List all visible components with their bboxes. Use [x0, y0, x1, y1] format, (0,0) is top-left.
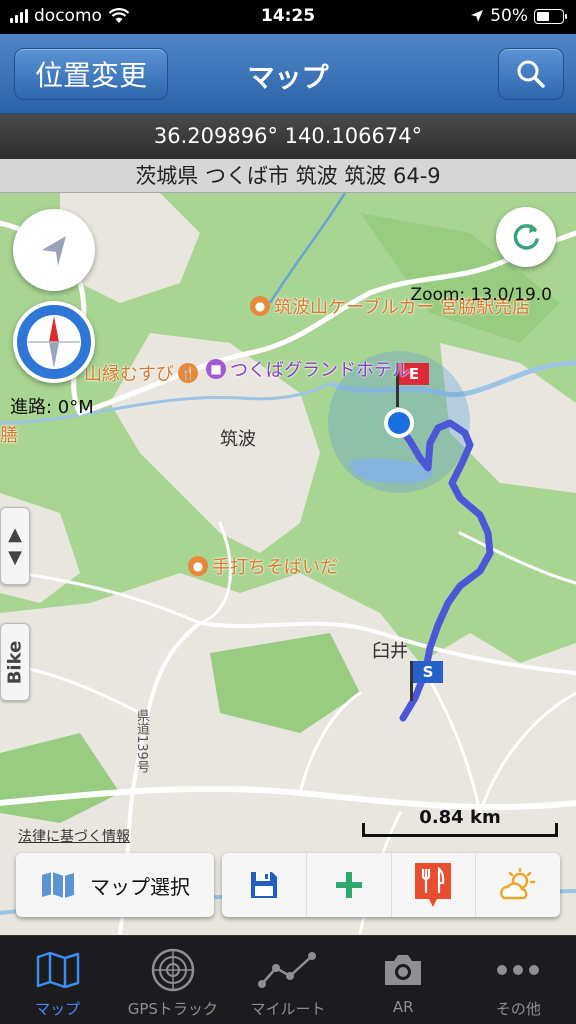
poi-hotel[interactable]: ■ つくばグランドホテル	[206, 356, 410, 382]
place-label-usui: 臼井	[372, 641, 408, 662]
location-arrow-icon	[471, 10, 484, 22]
radar-icon	[151, 948, 195, 992]
save-icon	[250, 872, 277, 898]
battery-percent: 50%	[490, 6, 528, 26]
poi-musubi[interactable]: 山縁むすび 🍴	[84, 360, 198, 386]
route-number-label: 県道139号	[134, 709, 149, 773]
coordinates-display: 36.209896° 140.106674°	[0, 114, 576, 159]
map-scale: 0.84 km	[362, 807, 558, 841]
poi-edge-label: 膳	[0, 425, 18, 446]
tab-map-label: マップ	[35, 1000, 81, 1018]
battery-icon	[534, 8, 567, 24]
up-arrow-icon: ▲	[8, 524, 22, 545]
place-label-tsukuba: 筑波	[220, 429, 256, 450]
tab-more-label: その他	[495, 1000, 541, 1018]
restaurant-icon	[415, 863, 452, 907]
tab-ar-label: AR	[392, 998, 414, 1016]
compass-icon	[27, 315, 81, 369]
status-bar: docomo 14:25 50%	[0, 0, 576, 34]
legal-info-link[interactable]: 法律に基づく情報	[18, 826, 130, 846]
refresh-button[interactable]	[496, 207, 556, 267]
action-tool-group	[222, 853, 560, 917]
map-toolbar: マップ選択	[0, 851, 576, 923]
nav-bar: 位置変更 マップ	[0, 34, 576, 114]
plus-icon	[335, 872, 362, 898]
hotel-icon: ■	[206, 359, 226, 379]
navigation-arrow-icon	[42, 236, 66, 266]
tab-bar: マップ GPSトラック マイルート AR その他	[0, 935, 576, 1024]
save-button[interactable]	[222, 853, 307, 917]
down-arrow-icon: ▼	[8, 547, 22, 568]
route-icon	[258, 952, 316, 988]
status-right: 50%	[470, 6, 567, 26]
scroll-arrows-tab[interactable]: ▲ ▼	[0, 507, 30, 585]
search-icon	[517, 60, 545, 88]
map-select-label: マップ選択	[90, 874, 190, 899]
weather-icon	[500, 868, 536, 900]
zoom-readout: Zoom: 13.0/19.0	[410, 285, 552, 305]
bike-mode-label: Bike	[4, 640, 26, 684]
noodle-icon: ●	[188, 556, 208, 576]
scale-line	[362, 823, 558, 837]
restaurant-search-button[interactable]	[392, 853, 477, 917]
tab-map[interactable]: マップ	[0, 936, 115, 1024]
tab-my-route-label: マイルート	[250, 1000, 326, 1018]
start-flag: S	[413, 661, 443, 683]
search-button[interactable]	[498, 48, 564, 100]
poi-musubi-label: 山縁むすび	[84, 364, 174, 385]
heading-readout: 進路: 0°M	[10, 397, 94, 418]
tab-gps-track-label: GPSトラック	[127, 1000, 218, 1018]
weather-button[interactable]	[476, 853, 560, 917]
compass-button[interactable]	[13, 301, 95, 383]
refresh-icon	[513, 224, 539, 250]
map-view[interactable]: E S 筑波 臼井 県道139号 ● 筑波山ケーブルカー 宮脇駅売店 山縁むすび…	[0, 193, 576, 935]
add-button[interactable]	[307, 853, 392, 917]
navigation-mode-button[interactable]	[13, 209, 95, 291]
map-select-button[interactable]: マップ選択	[16, 853, 214, 917]
poi-soba[interactable]: ● 手打ちそばいだ	[188, 553, 338, 579]
tab-gps-track[interactable]: GPSトラック	[115, 936, 230, 1024]
bike-mode-tab[interactable]: Bike	[0, 623, 30, 701]
tab-more[interactable]: その他	[461, 936, 576, 1024]
map-icon	[42, 872, 74, 898]
more-icon	[497, 965, 540, 975]
poi-hotel-label: つくばグランドホテル	[230, 360, 410, 381]
food-icon: ●	[250, 296, 270, 316]
restaurant-icon: 🍴	[178, 363, 198, 383]
tab-ar[interactable]: AR	[346, 936, 461, 1024]
poi-soba-label: 手打ちそばいだ	[212, 557, 338, 578]
map-icon	[36, 951, 79, 989]
page-title: マップ	[247, 63, 329, 94]
address-display: 茨城県 つくば市 筑波 筑波 64-9	[0, 159, 576, 193]
poi-edge[interactable]: 膳	[0, 421, 18, 447]
camera-icon	[385, 955, 422, 985]
tab-my-route[interactable]: マイルート	[230, 936, 345, 1024]
